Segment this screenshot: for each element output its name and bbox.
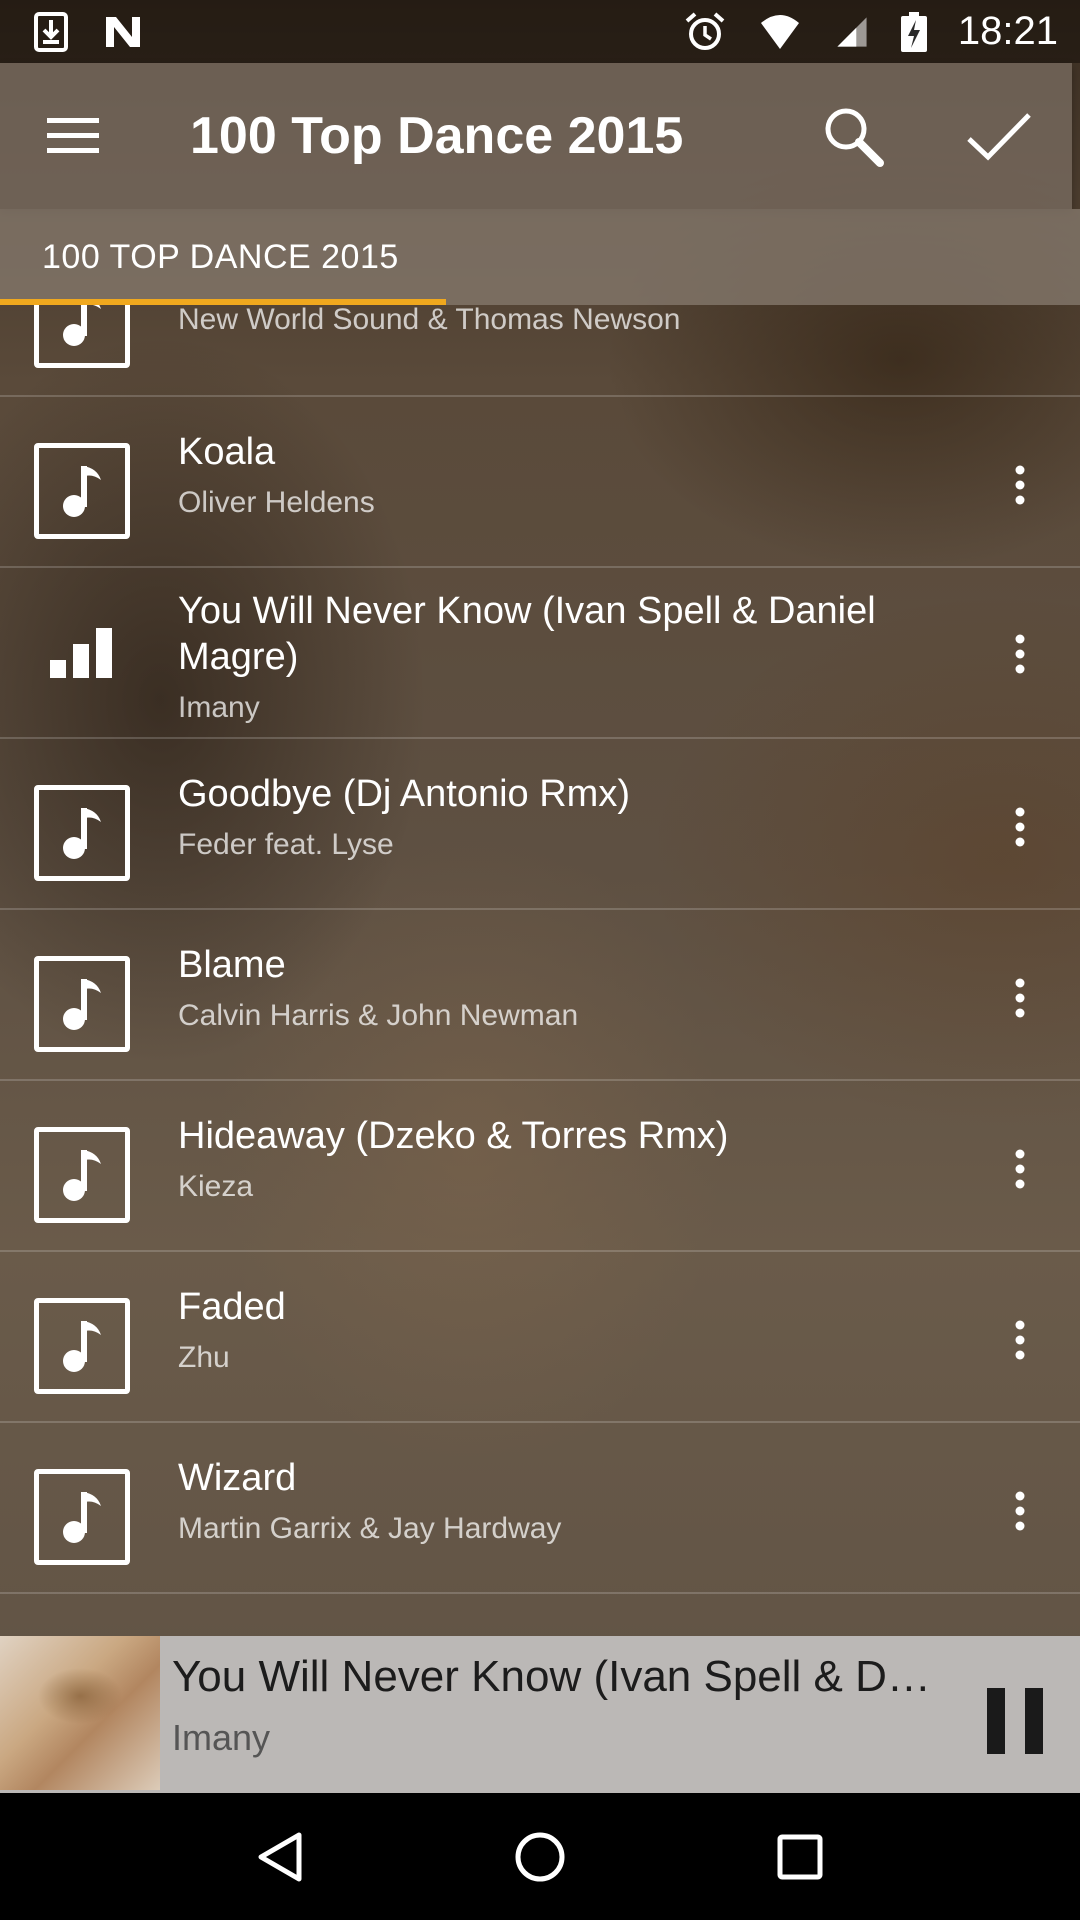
more-vert-icon — [1015, 465, 1025, 505]
now-playing-title[interactable]: You Will Never Know (Ivan Spell & Dan… — [172, 1650, 952, 1704]
track-title: Goodbye (Dj Antonio Rmx) — [178, 773, 630, 815]
search-button[interactable] — [780, 63, 926, 209]
hamburger-menu-icon — [47, 118, 99, 153]
track-artist: Imany — [178, 691, 260, 724]
back-icon — [258, 1832, 302, 1881]
home-icon — [515, 1832, 565, 1881]
n-notification-icon — [106, 16, 140, 47]
track-artist: Martin Garrix & Jay Hardway — [178, 1512, 562, 1545]
track-title: Hideaway (Dzeko & Torres Rmx) — [178, 1115, 729, 1157]
alarm-icon — [685, 11, 725, 50]
more-vert-icon — [1015, 807, 1025, 847]
track-artist: Zhu — [178, 1341, 230, 1374]
music-note-icon — [34, 443, 130, 539]
track-overflow-button[interactable] — [976, 1296, 1064, 1384]
wifi-icon — [760, 14, 799, 49]
mini-player[interactable]: You Will Never Know (Ivan Spell & Dan… I… — [0, 1636, 1080, 1793]
track-overflow-button[interactable] — [976, 1467, 1064, 1555]
signal-icon — [837, 16, 867, 47]
more-vert-icon — [1015, 634, 1025, 674]
search-icon — [825, 108, 884, 167]
track-row[interactable] — [0, 1594, 1080, 1635]
toolbar: 100 Top Dance 2015 — [0, 63, 1072, 209]
track-title: Faded — [178, 1286, 286, 1328]
music-note-icon — [34, 1298, 130, 1394]
track-row[interactable]: Wizard Martin Garrix & Jay Hardway — [0, 1423, 1080, 1594]
track-list[interactable]: New World Sound & Thomas Newson Koala Ol… — [0, 305, 1080, 1635]
tab-100-top-dance-2015[interactable]: 100 TOP DANCE 2015 — [0, 209, 446, 305]
track-row-playing[interactable]: You Will Never Know (Ivan Spell & Daniel… — [0, 568, 1080, 739]
music-note-icon — [34, 305, 130, 368]
music-note-icon — [34, 785, 130, 881]
track-title: Blame — [178, 944, 286, 986]
navigation-bar — [0, 1793, 1080, 1920]
music-note-icon — [34, 1469, 130, 1565]
track-title: Wizard — [178, 1457, 297, 1499]
tab-label: 100 TOP DANCE 2015 — [42, 237, 399, 276]
pause-button[interactable] — [970, 1676, 1060, 1766]
track-overflow-button[interactable] — [976, 1125, 1064, 1213]
music-note-icon — [34, 1127, 130, 1223]
track-row[interactable]: Hideaway (Dzeko & Torres Rmx) Kieza — [0, 1081, 1080, 1252]
track-row[interactable]: New World Sound & Thomas Newson — [0, 305, 1080, 397]
track-row[interactable]: Faded Zhu — [0, 1252, 1080, 1423]
track-artist: Calvin Harris & John Newman — [178, 999, 579, 1032]
track-row[interactable]: Blame Calvin Harris & John Newman — [0, 910, 1080, 1081]
music-note-icon — [34, 956, 130, 1052]
track-title: Koala — [178, 431, 276, 473]
more-vert-icon — [1015, 1320, 1025, 1360]
menu-button[interactable] — [0, 63, 146, 209]
battery-charging-icon — [900, 11, 927, 52]
track-title: You Will Never Know (Ivan Spell & Daniel… — [178, 590, 876, 678]
track-row[interactable]: Goodbye (Dj Antonio Rmx) Feder feat. Lys… — [0, 739, 1080, 910]
track-artist: Oliver Heldens — [178, 486, 375, 519]
track-artist: Feder feat. Lyse — [178, 828, 394, 861]
download-icon — [34, 11, 68, 52]
track-overflow-button[interactable] — [976, 783, 1064, 871]
check-icon — [967, 113, 1031, 161]
tab-strip: 100 TOP DANCE 2015 — [0, 209, 1080, 305]
equalizer-icon — [50, 628, 112, 678]
now-playing-artist[interactable]: Imany — [172, 1716, 270, 1760]
page-title: 100 Top Dance 2015 — [190, 107, 684, 165]
status-time: 18:21 — [957, 9, 1058, 53]
track-row[interactable]: Koala Oliver Heldens — [0, 397, 1080, 568]
track-artist: New World Sound & Thomas Newson — [178, 305, 681, 336]
back-button[interactable] — [220, 1797, 340, 1917]
confirm-button[interactable] — [926, 63, 1072, 209]
album-art[interactable] — [0, 1636, 160, 1790]
recents-icon — [777, 1834, 823, 1879]
track-overflow-button[interactable] — [976, 954, 1064, 1042]
track-overflow-button[interactable] — [976, 305, 1064, 316]
pause-icon — [987, 1688, 1043, 1754]
track-overflow-button[interactable] — [976, 610, 1064, 698]
more-vert-icon — [1015, 1149, 1025, 1189]
home-button[interactable] — [480, 1797, 600, 1917]
track-overflow-button[interactable] — [976, 441, 1064, 529]
status-bar: 18:21 — [0, 0, 1080, 63]
recents-button[interactable] — [740, 1797, 860, 1917]
more-vert-icon — [1015, 978, 1025, 1018]
track-artist: Kieza — [178, 1170, 254, 1203]
more-vert-icon — [1015, 1491, 1025, 1531]
